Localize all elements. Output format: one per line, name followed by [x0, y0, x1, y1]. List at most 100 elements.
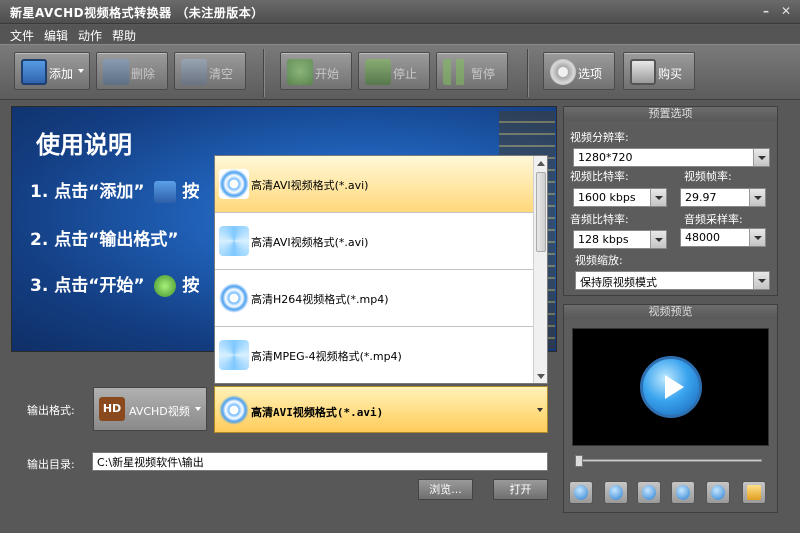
- volume-button[interactable]: [671, 481, 695, 504]
- scale-select[interactable]: 保持原视频模式: [575, 271, 770, 290]
- start-button[interactable]: 开始: [280, 52, 352, 90]
- options-button[interactable]: 选项: [543, 52, 615, 90]
- delete-film-icon: [103, 59, 129, 85]
- menu-file[interactable]: 文件: [10, 27, 34, 44]
- format-option-label: 高清AVI视频格式(*.avi): [251, 236, 369, 249]
- seek-slider-handle[interactable]: [575, 455, 583, 467]
- chevron-down-icon: [195, 407, 201, 411]
- step-1-tail: 按: [182, 182, 200, 202]
- gear-icon: [550, 59, 576, 85]
- framerate-label: 视频帧率:: [684, 170, 732, 183]
- close-icon[interactable]: ✕: [778, 4, 794, 19]
- scroll-up-icon[interactable]: [537, 161, 545, 166]
- instruction-step-1: 1. 点击“添加” 按: [30, 177, 199, 203]
- refresh-icon: [154, 275, 177, 297]
- stop-button-label: 停止: [393, 67, 418, 81]
- audio-bitrate-select[interactable]: 128 kbps: [573, 230, 667, 249]
- stop-icon: [642, 485, 656, 500]
- resolution-value: 1280*720: [578, 151, 633, 164]
- step-2-text: 2. 点击“输出格式”: [30, 230, 179, 250]
- category-select[interactable]: HD AVCHD视频: [93, 387, 207, 431]
- add-button[interactable]: 添加: [14, 52, 90, 90]
- play-button[interactable]: [569, 481, 593, 504]
- video-bitrate-select[interactable]: 1600 kbps: [573, 188, 667, 207]
- pause-button[interactable]: 暂停: [436, 52, 508, 90]
- chevron-down-icon: [650, 231, 666, 248]
- scroll-down-icon[interactable]: [537, 374, 545, 379]
- format-option[interactable]: 高清AVI视频格式(*.avi): [215, 213, 533, 270]
- preview-title: 视频预览: [564, 305, 777, 319]
- browse-button[interactable]: 浏览...: [418, 479, 473, 500]
- chevron-down-icon: [749, 229, 765, 246]
- step-1-text: 1. 点击“添加”: [30, 182, 145, 202]
- hd-icon: HD: [99, 397, 125, 421]
- volume-icon: [676, 485, 690, 500]
- play-icon: [574, 485, 588, 500]
- clear-button[interactable]: 清空: [174, 52, 246, 90]
- snapshot-button[interactable]: [706, 481, 730, 504]
- presets-title: 预置选项: [564, 107, 777, 121]
- scrollbar-thumb[interactable]: [536, 172, 546, 252]
- video-bitrate-label: 视频比特率:: [570, 170, 629, 183]
- stop-icon: [365, 59, 391, 85]
- samplerate-value: 48000: [685, 231, 720, 244]
- instructions-title: 使用说明: [36, 131, 132, 159]
- scale-value: 保持原视频模式: [580, 276, 657, 289]
- toolbar: 添加 删除 清空 开始 停止 暂停 选项 购买: [0, 44, 800, 100]
- pause-icon: [443, 59, 469, 85]
- format-burst-icon: [219, 169, 249, 199]
- add-film-icon: [21, 59, 47, 85]
- format-option-label: 高清AVI视频格式(*.avi): [251, 179, 369, 192]
- delete-button-label: 删除: [131, 67, 156, 81]
- menu-help[interactable]: 帮助: [112, 27, 136, 44]
- format-option[interactable]: 高清MPEG-4视频格式(*.mp4): [215, 327, 533, 383]
- format-option-label: 高清H264视频格式(*.mp4): [251, 293, 389, 306]
- resolution-label: 视频分辨率:: [570, 131, 629, 144]
- category-value: AVCHD视频: [129, 405, 190, 418]
- chevron-down-icon: [537, 408, 543, 412]
- window-title: 新星AVCHD视频格式转换器 （未注册版本）: [10, 6, 264, 20]
- samplerate-select[interactable]: 48000: [680, 228, 766, 247]
- folder-icon: [747, 485, 761, 500]
- title-bar: 新星AVCHD视频格式转换器 （未注册版本） – ✕: [0, 0, 800, 24]
- open-folder-button[interactable]: [742, 481, 766, 504]
- stop-button[interactable]: 停止: [358, 52, 430, 90]
- menu-bar: 文件 编辑 动作 帮助: [0, 25, 800, 43]
- cart-icon: [630, 59, 656, 85]
- output-dir-input[interactable]: [92, 452, 548, 471]
- menu-action[interactable]: 动作: [78, 27, 102, 44]
- format-select[interactable]: 高清AVI视频格式(*.avi): [214, 386, 548, 433]
- delete-button[interactable]: 删除: [96, 52, 168, 90]
- scale-label: 视频缩放:: [575, 254, 623, 267]
- clear-film-icon: [181, 59, 207, 85]
- seek-slider[interactable]: [575, 455, 762, 467]
- format-dropdown-list[interactable]: 高清AVI视频格式(*.avi) 高清AVI视频格式(*.avi) 高清H264…: [214, 155, 548, 384]
- samplerate-label: 音频采样率:: [684, 213, 743, 226]
- camera-icon: [711, 485, 725, 500]
- format-option[interactable]: 高清AVI视频格式(*.avi): [215, 156, 533, 213]
- instruction-step-2: 2. 点击“输出格式”: [30, 225, 179, 250]
- format-option[interactable]: 高清H264视频格式(*.mp4): [215, 270, 533, 327]
- pause-button-label: 暂停: [471, 67, 496, 81]
- format-list-scrollbar[interactable]: [533, 156, 547, 383]
- pause-icon: [609, 485, 623, 500]
- stop-preview-button[interactable]: [637, 481, 661, 504]
- minimize-icon[interactable]: –: [758, 4, 774, 19]
- format-burst-icon: [219, 283, 249, 313]
- chevron-down-icon[interactable]: [78, 69, 84, 73]
- video-preview: [572, 328, 769, 446]
- framerate-value: 29.97: [685, 191, 717, 204]
- chevron-down-icon: [753, 149, 769, 166]
- format-option-label: 高清MPEG-4视频格式(*.mp4): [251, 350, 402, 363]
- resolution-select[interactable]: 1280*720: [573, 148, 770, 167]
- open-button[interactable]: 打开: [493, 479, 548, 500]
- format-rays-icon: [219, 340, 249, 370]
- pause-preview-button[interactable]: [604, 481, 628, 504]
- play-icon[interactable]: [640, 356, 702, 418]
- buy-button[interactable]: 购买: [623, 52, 695, 90]
- framerate-select[interactable]: 29.97: [680, 188, 766, 207]
- add-film-icon: [154, 181, 177, 203]
- format-rays-icon: [219, 226, 249, 256]
- output-format-label: 输出格式:: [27, 404, 75, 417]
- menu-edit[interactable]: 编辑: [44, 27, 68, 44]
